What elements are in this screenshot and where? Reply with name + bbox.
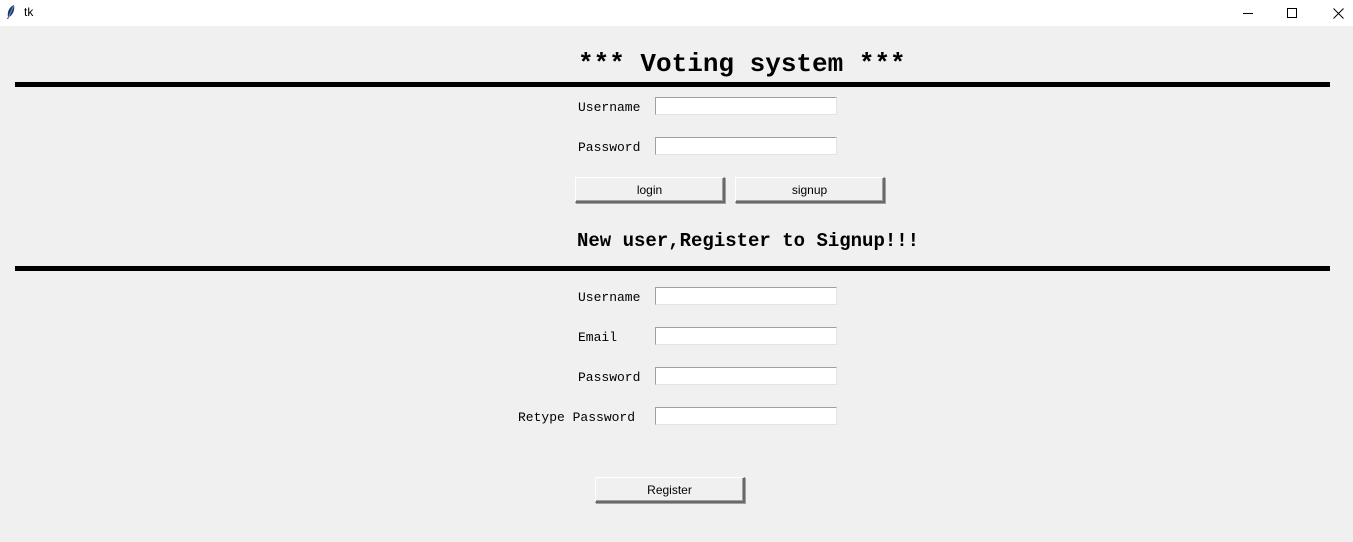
register-email-input[interactable] bbox=[655, 327, 837, 345]
register-email-label: Email bbox=[578, 330, 618, 345]
login-username-input[interactable] bbox=[655, 97, 837, 115]
register-password-label: Password bbox=[578, 370, 641, 385]
minimize-button[interactable] bbox=[1225, 0, 1271, 26]
login-username-label: Username bbox=[578, 100, 641, 115]
maximize-button[interactable] bbox=[1269, 0, 1315, 26]
register-button[interactable]: Register bbox=[595, 477, 745, 503]
login-password-input[interactable] bbox=[655, 137, 837, 155]
register-password-input[interactable] bbox=[655, 367, 837, 385]
login-button[interactable]: login bbox=[575, 177, 725, 203]
register-username-input[interactable] bbox=[655, 287, 837, 305]
maximize-icon bbox=[1287, 8, 1297, 18]
divider-login bbox=[15, 82, 1330, 87]
register-retype-password-label: Retype Password bbox=[518, 410, 636, 425]
login-password-label: Password bbox=[578, 140, 641, 155]
title-bar: tk bbox=[0, 0, 1353, 26]
close-button[interactable] bbox=[1315, 0, 1353, 26]
close-icon bbox=[1332, 7, 1344, 19]
register-heading: New user,Register to Signup!!! bbox=[577, 230, 920, 252]
signup-button[interactable]: signup bbox=[735, 177, 885, 203]
register-retype-password-input[interactable] bbox=[655, 407, 837, 425]
register-username-label: Username bbox=[578, 290, 641, 305]
tk-feather-icon bbox=[7, 5, 15, 19]
page-title: *** Voting system *** bbox=[578, 49, 906, 79]
window-title: tk bbox=[24, 5, 34, 19]
minimize-icon bbox=[1243, 13, 1253, 14]
divider-register bbox=[15, 266, 1330, 271]
